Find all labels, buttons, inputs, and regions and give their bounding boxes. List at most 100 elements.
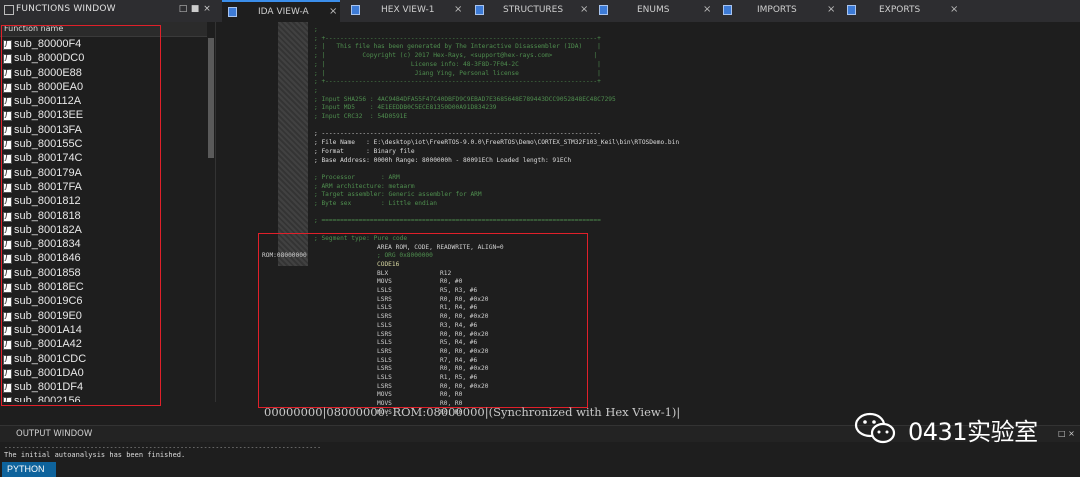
list-item[interactable]: sub_8000E88 [0, 67, 207, 81]
tab-label: IDA VIEW-A [258, 7, 309, 17]
function-icon [3, 238, 12, 251]
code-line: ; [314, 26, 318, 33]
list-item[interactable]: sub_800155C [0, 138, 207, 152]
list-item[interactable]: sub_8001DA0 [0, 367, 207, 381]
function-name: sub_80017FA [14, 180, 82, 193]
function-icon [3, 224, 12, 236]
code-line: ; ======================================… [314, 217, 601, 225]
code-line: R0, R0, #0x20 [440, 382, 489, 390]
list-item[interactable]: sub_8001818 [0, 210, 207, 224]
list-item[interactable]: sub_8000DC0 [0, 52, 207, 66]
list-item[interactable]: sub_8001CDC [0, 353, 207, 367]
exports-icon [847, 5, 856, 15]
list-item[interactable]: sub_80013FA [0, 124, 207, 138]
function-name: sub_8000E88 [14, 66, 82, 79]
output-window-title: OUTPUT WINDOW [16, 429, 93, 439]
list-item[interactable]: sub_800179A [0, 167, 207, 181]
list-item[interactable]: sub_800174C [0, 152, 207, 166]
function-icon [3, 295, 12, 308]
tab-hex-view-1[interactable]: HEX VIEW-1 × [345, 0, 465, 22]
function-icon [3, 310, 12, 322]
output-separator: ----------------------------------------… [4, 443, 321, 451]
function-icon [3, 109, 12, 122]
code-line: ; | Jiang Ying, Personal license | [314, 69, 601, 77]
function-icon [3, 38, 12, 50]
close-icon[interactable]: × [703, 4, 711, 15]
close-icon[interactable]: × [950, 4, 958, 15]
code-line: CODE16 [377, 260, 400, 268]
window-icon [4, 5, 14, 15]
ida-view-a[interactable]: ;; +------------------------------------… [222, 22, 1080, 416]
tab-enums[interactable]: ENUMS × [593, 0, 715, 22]
tab-structures[interactable]: STRUCTURES × [469, 0, 591, 22]
code-line: ; [314, 86, 318, 94]
list-item[interactable]: sub_800112A [0, 95, 207, 109]
list-item[interactable]: sub_8001DF4 [0, 381, 207, 395]
list-item[interactable]: sub_8000EA0 [0, 81, 207, 95]
list-item[interactable]: sub_8001834 [0, 238, 207, 252]
list-item[interactable]: sub_80018EC [0, 281, 207, 295]
code-line: LSRS [377, 382, 392, 390]
function-name: sub_80013EE [14, 109, 84, 122]
structures-icon [475, 5, 484, 15]
function-icon [3, 353, 12, 365]
code-line: ; Input MD5 : 4E1EEDDB0C5ECE81350D00A91D… [314, 104, 497, 112]
function-name: sub_8000EA0 [14, 80, 84, 93]
list-item[interactable]: sub_8001858 [0, 267, 207, 281]
list-item[interactable]: sub_8001846 [0, 252, 207, 266]
tab-ida-view-a[interactable]: IDA VIEW-A × [222, 0, 340, 24]
scrollbar-thumb[interactable] [208, 38, 214, 158]
disassembly-listing[interactable]: ;; +------------------------------------… [222, 22, 1080, 416]
top-bar: FUNCTIONS WINDOW □ ■ × IDA VIEW-A × HEX VI… [0, 0, 1080, 24]
close-icon[interactable]: × [329, 6, 337, 17]
function-icon [3, 252, 12, 265]
function-name: sub_80013FA [14, 123, 82, 136]
watermark-text: 0431实验室 [908, 418, 1038, 446]
function-icon [3, 324, 12, 336]
column-header[interactable]: Function name [0, 22, 207, 37]
output-window-controls[interactable]: □ × [1058, 429, 1075, 438]
code-line: LSRS [377, 313, 392, 321]
function-name: sub_800112A [14, 95, 82, 108]
list-item[interactable]: sub_80017FA [0, 181, 207, 195]
function-icon [3, 367, 12, 379]
code-line: BLX [377, 269, 389, 277]
list-item[interactable]: sub_80013EE [0, 109, 207, 123]
list-item[interactable]: sub_8001812 [0, 195, 207, 209]
functions-window-titlebar: FUNCTIONS WINDOW □ ■ × [0, 0, 215, 22]
code-line: ; Segment type: Pure code [314, 234, 408, 242]
list-item[interactable]: sub_8001A42 [0, 338, 207, 352]
function-name: sub_800182A [14, 223, 82, 236]
close-icon[interactable]: × [580, 4, 588, 15]
python-button-label: PYTHON [7, 464, 45, 474]
list-item[interactable]: sub_8001A14 [0, 324, 207, 338]
float-window-icon[interactable]: □ [178, 4, 188, 14]
function-name: sub_800174C [14, 152, 83, 165]
code-line: ; Input SHA256 : 4AC94B4DFA55F47C40DBFD9… [314, 95, 616, 103]
python-button[interactable]: PYTHON [2, 462, 56, 477]
function-name: sub_8000DC0 [14, 52, 85, 65]
code-line: ; ORG 0x8000000 [377, 252, 433, 260]
close-icon[interactable]: × [827, 4, 835, 15]
code-line: LSLS [377, 304, 392, 312]
code-line: LSLS [377, 321, 392, 329]
list-item[interactable]: sub_80019E0 [0, 310, 207, 324]
code-line: R3, R4, #6 [440, 321, 478, 329]
function-name: sub_80019E0 [14, 309, 82, 322]
tab-exports[interactable]: EXPORTS × [841, 0, 961, 22]
tab-imports[interactable]: IMPORTS × [717, 0, 839, 22]
function-name: sub_8001DA0 [14, 366, 84, 379]
close-icon[interactable]: × [202, 4, 212, 14]
close-icon[interactable]: × [454, 4, 462, 15]
list-item[interactable]: sub_800182A [0, 224, 207, 238]
code-line: LSRS [377, 365, 392, 373]
function-icon [3, 195, 12, 208]
code-line: LSLS [377, 374, 392, 381]
code-line: R0, R0, #0x20 [440, 330, 489, 338]
list-item[interactable]: sub_8002156 [0, 395, 207, 402]
functions-window-title: FUNCTIONS WINDOW [16, 4, 116, 14]
maximize-window-icon[interactable]: ■ [190, 4, 200, 14]
list-item[interactable]: sub_80019C6 [0, 295, 207, 309]
list-item[interactable]: sub_80000F4 [0, 38, 207, 52]
function-name: sub_8001818 [14, 209, 81, 222]
